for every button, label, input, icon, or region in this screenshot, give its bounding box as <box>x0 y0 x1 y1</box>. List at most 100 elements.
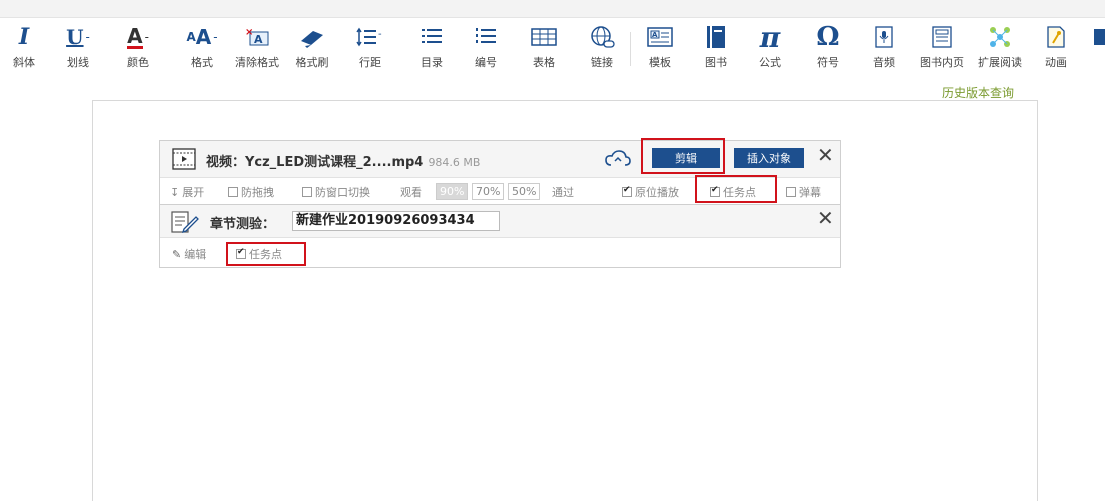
svg-text:-: - <box>378 29 382 40</box>
anti-drag-checkbox-box[interactable] <box>228 187 238 197</box>
anti-drag-checkbox[interactable]: 防拖拽 <box>228 184 274 200</box>
symbol-icon: Ω <box>816 22 840 52</box>
book-page-icon <box>929 22 955 52</box>
anti-window-switch-checkbox-box[interactable] <box>302 187 312 197</box>
chapter-test-title-input[interactable]: 新建作业20190926093434 <box>292 211 500 231</box>
extended-reading-icon <box>987 22 1013 52</box>
pencil-icon: ✎ <box>172 247 182 261</box>
folder-icon <box>1094 22 1105 52</box>
template-button[interactable]: A 模板 <box>642 22 678 72</box>
video-size: 984.6 MB <box>428 156 481 169</box>
underline-icon: U- <box>66 25 90 49</box>
highlight-test-task-point <box>226 242 306 266</box>
more-toolbar-button[interactable] <box>1094 22 1105 72</box>
watch-label: 观看 <box>400 186 422 199</box>
underline-label: 划线 <box>67 56 89 69</box>
table-icon <box>530 22 558 52</box>
audio-button[interactable]: 音频 <box>866 22 902 72</box>
barrage-label: 弹幕 <box>799 186 821 199</box>
font-color-icon: A- <box>127 23 149 49</box>
svg-text:×: × <box>245 27 253 38</box>
underline-button[interactable]: U- 划线 <box>58 22 98 72</box>
template-icon: A <box>645 22 675 52</box>
font-color-label: 颜色 <box>127 56 149 69</box>
anti-window-switch-checkbox[interactable]: 防窗口切换 <box>302 184 370 200</box>
book-button[interactable]: 图书 <box>700 22 732 72</box>
format-button[interactable]: AA- 格式 <box>180 22 224 72</box>
highlight-video-task-point <box>695 175 777 203</box>
chapter-test-edit-button[interactable]: ✎ 编辑 <box>172 246 206 262</box>
symbol-label: 符号 <box>817 56 839 69</box>
original-play-label: 原位播放 <box>635 186 679 199</box>
watch-percent-50[interactable]: 50% <box>508 183 541 200</box>
chapter-test-edit-label: 编辑 <box>184 248 207 261</box>
numbered-list-label: 编号 <box>475 56 497 69</box>
history-version-link[interactable]: 历史版本查询 <box>942 84 1014 101</box>
formula-label: 公式 <box>759 56 781 69</box>
link-button[interactable]: 链接 <box>586 22 618 72</box>
watch-percent-70[interactable]: 70% <box>472 183 505 200</box>
line-spacing-button[interactable]: - 行距 <box>352 22 388 72</box>
formula-button[interactable]: π 公式 <box>752 20 788 72</box>
insert-object-button[interactable]: 插入对象 <box>734 148 804 168</box>
video-icon <box>172 148 196 174</box>
italic-icon: I <box>18 24 30 50</box>
editor-toolbar: I 斜体 U- 划线 A- 颜色 AA- 格式 A × 清除格式 格式刷 - 行距 <box>0 18 1105 74</box>
extended-reading-button[interactable]: 扩展阅读 <box>972 22 1028 72</box>
toc-label: 目录 <box>421 56 443 69</box>
top-strip <box>0 0 1105 18</box>
chapter-test-header: 章节测验： 新建作业20190926093434 ✕ <box>160 205 840 238</box>
formula-icon: π <box>759 20 781 54</box>
original-play-checkbox[interactable]: 原位播放 <box>622 184 679 200</box>
numbered-list-icon <box>473 22 499 52</box>
line-spacing-icon: - <box>355 22 385 52</box>
pass-label: 通过 <box>552 186 574 199</box>
anti-window-switch-label: 防窗口切换 <box>315 186 370 199</box>
close-chapter-test-button[interactable]: ✕ <box>817 208 834 228</box>
quiz-edit-icon <box>170 209 200 239</box>
toc-button[interactable]: 目录 <box>416 22 448 72</box>
format-icon: AA- <box>186 25 218 49</box>
original-play-checkbox-box[interactable] <box>622 185 632 197</box>
highlight-clip-button <box>641 138 725 174</box>
barrage-checkbox-box[interactable] <box>786 187 796 197</box>
book-icon <box>703 22 729 52</box>
video-card-header: 视频：Ycz_LED测试课程_2....mp4 984.6 MB 剪辑 插入对象… <box>160 141 840 178</box>
clear-format-icon: A × <box>242 22 272 52</box>
italic-button[interactable]: I 斜体 <box>8 22 40 72</box>
format-painter-icon <box>297 22 327 52</box>
clear-format-button[interactable]: A × 清除格式 <box>228 22 286 72</box>
format-label: 格式 <box>191 56 213 69</box>
audio-label: 音频 <box>873 56 895 69</box>
animation-icon <box>1043 22 1069 52</box>
watch-percent-90[interactable]: 90% <box>436 183 469 200</box>
chapter-test-label: 章节测验： <box>210 217 276 232</box>
book-page-button[interactable]: 图书内页 <box>912 22 972 72</box>
anti-drag-label: 防拖拽 <box>241 186 274 199</box>
format-painter-label: 格式刷 <box>295 56 329 69</box>
animation-label: 动画 <box>1045 56 1067 69</box>
symbol-button[interactable]: Ω 符号 <box>810 22 846 72</box>
link-label: 链接 <box>591 56 613 69</box>
toolbar-separator <box>630 32 631 66</box>
expand-arrow-icon: ↧ <box>170 185 180 199</box>
toc-icon <box>419 22 445 52</box>
table-button[interactable]: 表格 <box>528 22 560 72</box>
book-page-label: 图书内页 <box>920 56 964 69</box>
close-video-button[interactable]: ✕ <box>817 145 834 165</box>
cloud-icon[interactable] <box>604 149 632 173</box>
numbered-list-button[interactable]: 编号 <box>470 22 502 72</box>
expand-toggle[interactable]: ↧ 展开 <box>170 184 204 200</box>
extended-reading-label: 扩展阅读 <box>978 56 1022 69</box>
video-title: 视频：Ycz_LED测试课程_2....mp4 <box>206 155 424 170</box>
expand-label: 展开 <box>182 186 205 199</box>
font-color-button[interactable]: A- 颜色 <box>118 22 158 72</box>
svg-text:A: A <box>254 33 263 46</box>
barrage-checkbox[interactable]: 弹幕 <box>786 184 821 200</box>
table-label: 表格 <box>533 56 555 69</box>
animation-button[interactable]: 动画 <box>1038 22 1074 72</box>
format-painter-button[interactable]: 格式刷 <box>290 22 334 72</box>
template-label: 模板 <box>649 56 671 69</box>
book-label: 图书 <box>705 56 727 69</box>
svg-text:A: A <box>652 31 658 39</box>
